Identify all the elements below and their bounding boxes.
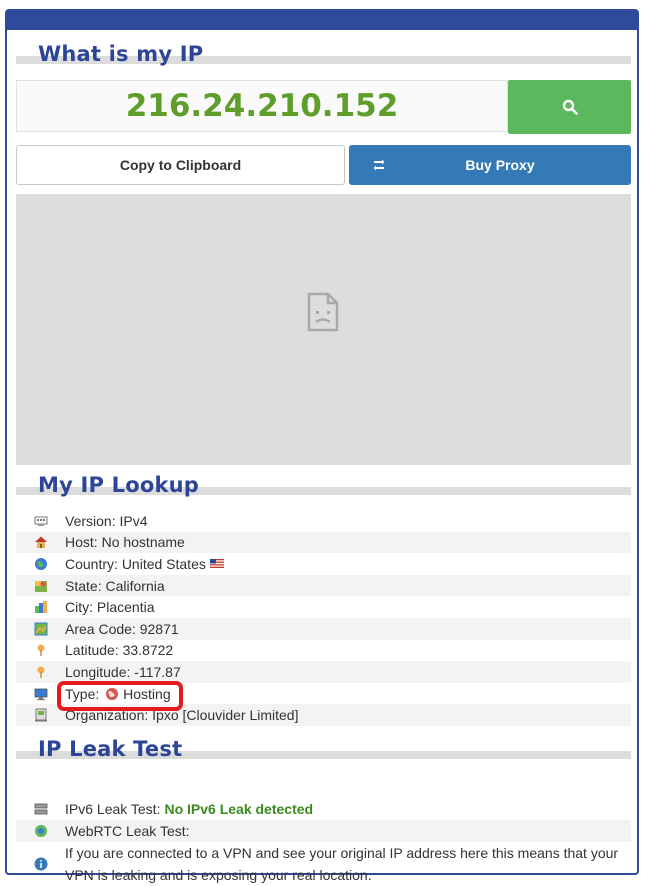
row-value: 92871 bbox=[139, 620, 179, 637]
info-icon bbox=[34, 857, 48, 871]
map-pin-icon bbox=[34, 579, 48, 593]
leak-test-list: IPv6 Leak Test: No IPv6 Leak detected We… bbox=[16, 798, 631, 886]
area-map-icon bbox=[34, 622, 48, 636]
location-map-placeholder bbox=[16, 194, 631, 465]
row-value: No hostname bbox=[101, 534, 185, 551]
search-icon bbox=[562, 99, 578, 115]
webrtc-icon bbox=[34, 824, 48, 838]
list-item-host: Host: No hostname bbox=[16, 531, 631, 554]
row-label: City: bbox=[65, 599, 93, 616]
list-item-version: Version: IPv4 bbox=[16, 510, 631, 532]
list-item-state: State: California bbox=[16, 574, 631, 597]
main-panel: What is my IP 216.24.210.152 Copy to Cli… bbox=[5, 9, 639, 883]
organization-icon bbox=[34, 708, 48, 722]
list-item-longitude: Longitude: -117.87 bbox=[16, 661, 631, 683]
lookup-title: My IP Lookup bbox=[38, 473, 199, 497]
list-item-area-code: Area Code: 92871 bbox=[16, 617, 631, 640]
ipv6-leak-label: IPv6 Leak Test: bbox=[65, 801, 161, 817]
row-label: Area Code: bbox=[65, 620, 136, 637]
webrtc-leak-label: WebRTC Leak Test: bbox=[65, 823, 190, 839]
row-label: Host: bbox=[65, 534, 98, 551]
row-label: Longitude: bbox=[65, 663, 131, 680]
monitor-icon bbox=[34, 687, 48, 701]
copy-to-clipboard-button[interactable]: Copy to Clipboard bbox=[16, 145, 345, 185]
list-item-webrtc-leak: WebRTC Leak Test: bbox=[16, 820, 631, 842]
type-highlight-box bbox=[57, 681, 183, 711]
row-value: United States bbox=[121, 555, 206, 572]
vpn-leak-note: If you are connected to a VPN and see yo… bbox=[65, 845, 619, 883]
row-value: Placentia bbox=[96, 599, 155, 616]
house-icon bbox=[34, 535, 48, 549]
list-item-country: Country: United States bbox=[16, 553, 631, 575]
page-title: What is my IP bbox=[38, 42, 204, 66]
pin-icon bbox=[34, 643, 48, 657]
row-label: State: bbox=[65, 577, 102, 594]
ip-address: 216.24.210.152 bbox=[125, 88, 399, 124]
buy-proxy-label: Buy Proxy bbox=[465, 157, 535, 173]
ip-row: 216.24.210.152 bbox=[16, 80, 631, 134]
us-flag-icon bbox=[209, 559, 224, 569]
server-icon bbox=[34, 802, 48, 816]
action-buttons: Copy to Clipboard Buy Proxy bbox=[16, 145, 631, 185]
ip-leak-test-header: IP Leak Test bbox=[16, 737, 631, 769]
city-buildings-icon bbox=[34, 600, 48, 614]
list-item-vpn-note: If you are connected to a VPN and see yo… bbox=[16, 842, 631, 886]
what-is-my-ip-header: What is my IP bbox=[16, 42, 631, 74]
buy-proxy-button[interactable]: Buy Proxy bbox=[349, 145, 631, 185]
pin-icon bbox=[34, 665, 48, 679]
list-item-ipv6-leak: IPv6 Leak Test: No IPv6 Leak detected bbox=[16, 798, 631, 820]
row-value: California bbox=[105, 577, 165, 594]
row-label: Version: bbox=[65, 512, 116, 529]
my-ip-lookup-header: My IP Lookup bbox=[16, 473, 631, 505]
broken-page-icon bbox=[307, 292, 339, 332]
search-button[interactable] bbox=[508, 80, 631, 134]
ip-address-field[interactable]: 216.24.210.152 bbox=[16, 80, 508, 132]
row-value: 33.8722 bbox=[122, 642, 174, 659]
network-card-icon bbox=[34, 514, 48, 528]
globe-icon bbox=[34, 557, 48, 571]
row-label: Country: bbox=[65, 555, 118, 572]
ipv6-leak-result: No IPv6 Leak detected bbox=[164, 801, 314, 817]
row-value: IPv4 bbox=[119, 512, 148, 529]
row-value: -117.87 bbox=[134, 663, 181, 680]
list-item-city: City: Placentia bbox=[16, 596, 631, 618]
list-item-latitude: Latitude: 33.8722 bbox=[16, 640, 631, 662]
leak-title: IP Leak Test bbox=[38, 737, 183, 761]
row-label: Latitude: bbox=[65, 642, 119, 659]
